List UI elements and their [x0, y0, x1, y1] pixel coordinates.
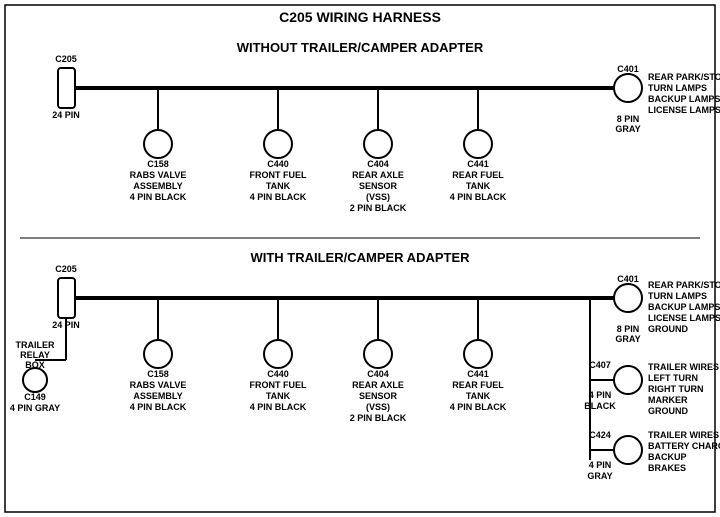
s2-c401-color: GRAY [615, 334, 640, 344]
wiring-diagram-svg: C205 WIRING HARNESS WITHOUT TRAILER/CAMP… [0, 0, 720, 517]
s2-c404-l3: (VSS) [366, 402, 390, 412]
s1-c401-line3: BACKUP LAMPS [648, 94, 720, 104]
s2-c424-line4: BRAKES [648, 463, 686, 473]
s2-c149-name: C149 [24, 392, 46, 402]
s1-c401-label: C401 [617, 64, 639, 74]
s2-c407-color: BLACK [584, 401, 616, 411]
s2-c424-label: C424 [589, 430, 611, 440]
s1-c440-l1: FRONT FUEL [250, 170, 307, 180]
s2-c158-l1: RABS VALVE [130, 380, 187, 390]
s2-c401-label: C401 [617, 274, 639, 284]
s2-c401-line3: BACKUP LAMPS [648, 302, 720, 312]
s1-c158-l1: RABS VALVE [130, 170, 187, 180]
s2-c441-l1: REAR FUEL [452, 380, 504, 390]
s2-relay-label1: TRAILER [16, 340, 55, 350]
s2-c401-line2: TURN LAMPS [648, 291, 707, 301]
s2-c158-name: C158 [147, 369, 169, 379]
s2-c404-l1: REAR AXLE [352, 380, 404, 390]
s1-c158-l2: ASSEMBLY [133, 181, 182, 191]
s2-c424-color: GRAY [587, 471, 612, 481]
s1-c401-pins: 8 PIN [617, 114, 640, 124]
s2-c424-pins: 4 PIN [589, 460, 612, 470]
s2-c404-l2: SENSOR [359, 391, 398, 401]
s1-c401-line1: REAR PARK/STOP [648, 72, 720, 82]
s2-c441-l3: 4 PIN BLACK [450, 402, 507, 412]
s1-c401-line4: LICENSE LAMPS [648, 105, 720, 115]
s2-c401-line4: LICENSE LAMPS [648, 313, 720, 323]
s2-c149-pins: 4 PIN GRAY [10, 403, 60, 413]
s2-c407-pins: 4 PIN [589, 390, 612, 400]
s2-c407-line4: MARKER [648, 395, 688, 405]
s1-c404-l1: REAR AXLE [352, 170, 404, 180]
s2-c205-label: C205 [55, 264, 77, 274]
s2-c407-line5: GROUND [648, 406, 688, 416]
s2-c407-line3: RIGHT TURN [648, 384, 704, 394]
s2-c441-name: C441 [467, 369, 489, 379]
s1-c401-line2: TURN LAMPS [648, 83, 707, 93]
s1-c440-name: C440 [267, 159, 289, 169]
s1-c440-l2: TANK [266, 181, 291, 191]
section1-title: WITHOUT TRAILER/CAMPER ADAPTER [237, 40, 484, 55]
s2-c440-name: C440 [267, 369, 289, 379]
s1-c441-l3: 4 PIN BLACK [450, 192, 507, 202]
s1-c205-label: C205 [55, 54, 77, 64]
s2-c407-label: C407 [589, 360, 611, 370]
s2-c158-l2: ASSEMBLY [133, 391, 182, 401]
s1-c404-l4: 2 PIN BLACK [350, 203, 407, 213]
s1-c404-l2: SENSOR [359, 181, 398, 191]
s1-c441-l1: REAR FUEL [452, 170, 504, 180]
s2-relay-label2: RELAY [20, 350, 50, 360]
s2-c404-name: C404 [367, 369, 389, 379]
s1-c401-color: GRAY [615, 124, 640, 134]
s2-c424-line1: TRAILER WIRES [648, 430, 719, 440]
s2-c158-l3: 4 PIN BLACK [130, 402, 187, 412]
s2-c407-line1: TRAILER WIRES [648, 362, 719, 372]
s2-c440-l1: FRONT FUEL [250, 380, 307, 390]
s1-c158-l3: 4 PIN BLACK [130, 192, 187, 202]
s1-c404-l3: (VSS) [366, 192, 390, 202]
s1-c158-name: C158 [147, 159, 169, 169]
s2-c407-line2: LEFT TURN [648, 373, 698, 383]
s2-c424-line2: BATTERY CHARGE [648, 441, 720, 451]
s1-c205-pins: 24 PIN [52, 110, 80, 120]
s2-c404-l4: 2 PIN BLACK [350, 413, 407, 423]
s1-c440-l3: 4 PIN BLACK [250, 192, 307, 202]
s1-c441-l2: TANK [466, 181, 491, 191]
s1-c404-name: C404 [367, 159, 389, 169]
s1-c441-name: C441 [467, 159, 489, 169]
s2-c440-l2: TANK [266, 391, 291, 401]
s2-c401-line1: REAR PARK/STOP [648, 280, 720, 290]
main-title: C205 WIRING HARNESS [279, 9, 441, 25]
diagram-container: C205 WIRING HARNESS WITHOUT TRAILER/CAMP… [0, 0, 720, 517]
s2-c441-l2: TANK [466, 391, 491, 401]
s2-c424-line3: BACKUP [648, 452, 687, 462]
s2-c401-pins: 8 PIN [617, 324, 640, 334]
s2-c440-l3: 4 PIN BLACK [250, 402, 307, 412]
s2-c401-line5: GROUND [648, 324, 688, 334]
section2-title: WITH TRAILER/CAMPER ADAPTER [250, 250, 470, 265]
